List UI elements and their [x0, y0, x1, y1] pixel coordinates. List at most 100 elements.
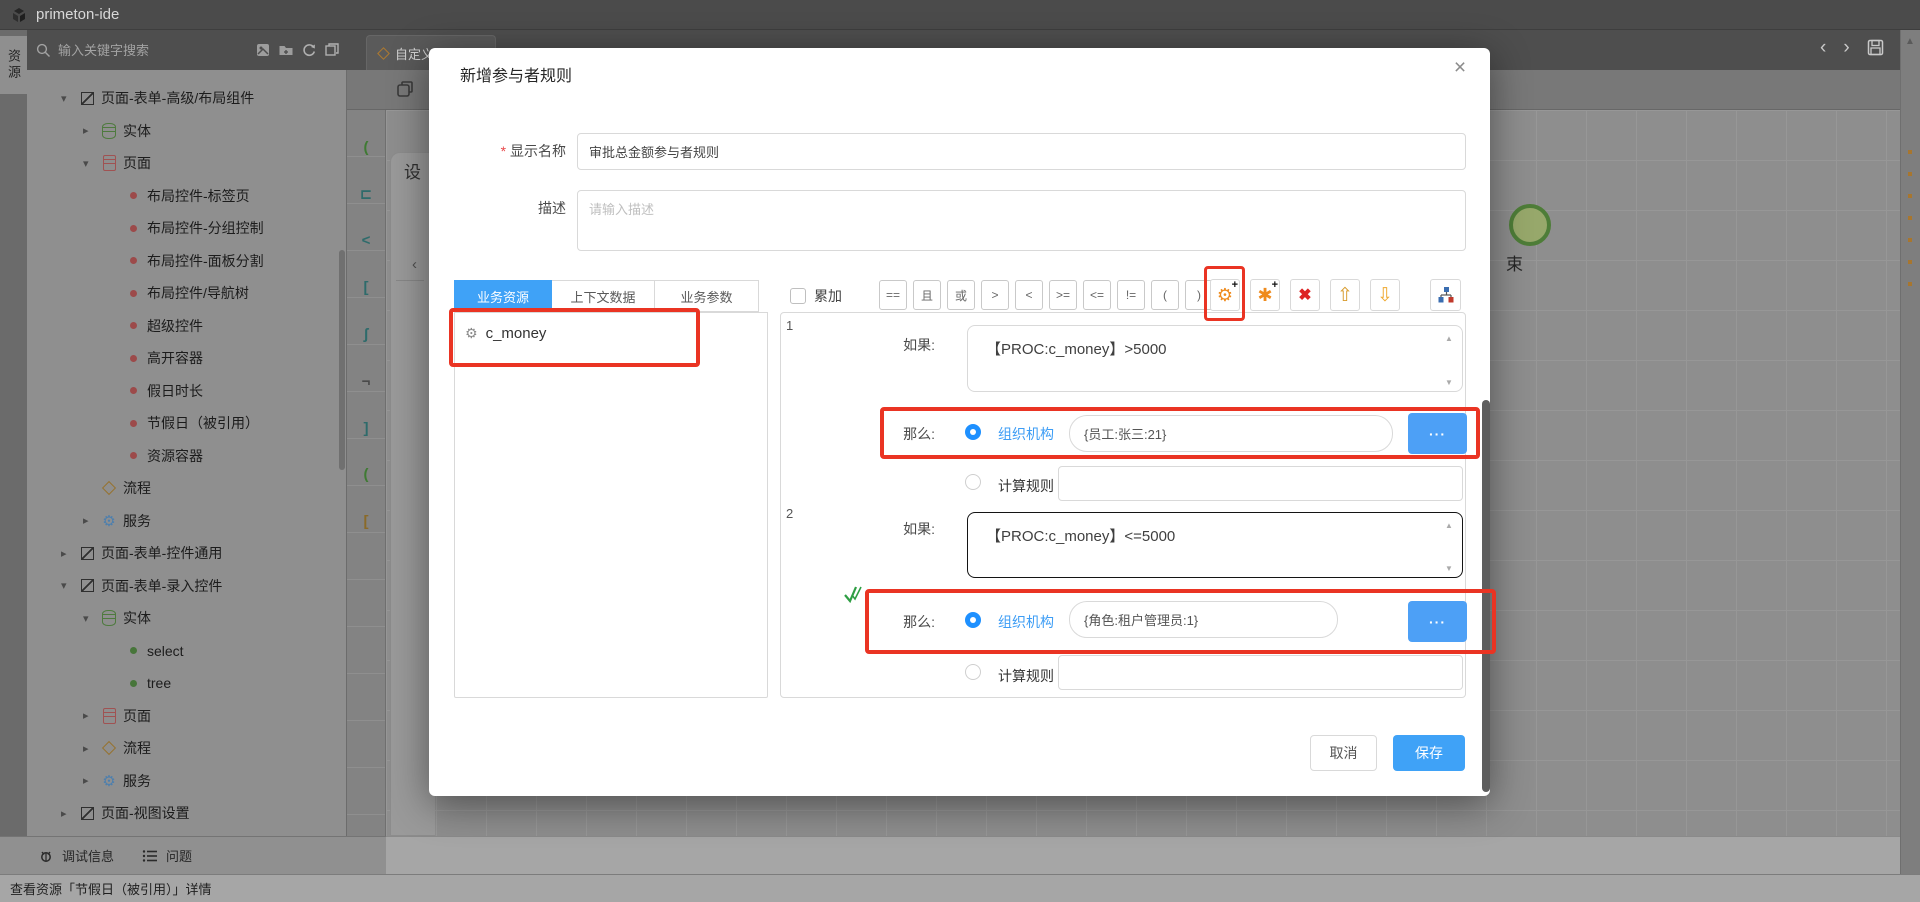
rule-2-org-picker-button[interactable]: ···: [1408, 601, 1467, 642]
rule-2-org-value-input[interactable]: [1069, 601, 1338, 638]
rule-1-org-link[interactable]: 组织机构: [998, 424, 1054, 444]
expand-arrow-icon[interactable]: [61, 547, 77, 560]
add-condition-button[interactable]: ⚙+: [1210, 279, 1240, 311]
tree-item[interactable]: 服务: [27, 765, 345, 798]
operator-button[interactable]: ): [1185, 280, 1213, 310]
palette-item-icon[interactable]: ⊏: [347, 171, 385, 218]
move-down-button[interactable]: ⇩: [1370, 279, 1400, 311]
tree-item[interactable]: 节假日（被引用）: [27, 407, 345, 440]
new-folder-icon[interactable]: [278, 42, 294, 58]
accumulate-checkbox[interactable]: [790, 288, 806, 304]
operator-button[interactable]: 且: [913, 280, 941, 310]
tree-item[interactable]: 布局控件/导航树: [27, 277, 345, 310]
scroll-down-icon[interactable]: ▼: [1445, 378, 1453, 387]
palette-item-icon[interactable]: (: [347, 452, 385, 499]
tree-item[interactable]: 流程: [27, 732, 345, 765]
operator-button[interactable]: >: [981, 280, 1009, 310]
rule-1-org-picker-button[interactable]: ···: [1408, 413, 1467, 454]
export-image-icon[interactable]: [255, 42, 271, 58]
operator-button[interactable]: !=: [1117, 280, 1145, 310]
dialog-scrollbar-thumb[interactable]: [1482, 400, 1490, 792]
flow-end-node[interactable]: [1509, 204, 1551, 246]
tree-item[interactable]: 流程: [27, 472, 345, 505]
rule-2-org-radio[interactable]: [965, 612, 981, 628]
search-input[interactable]: [58, 43, 208, 58]
rule-2-condition-textarea[interactable]: 【PROC:c_money】<=5000: [967, 512, 1463, 578]
rule-1-calc-input[interactable]: [1058, 466, 1463, 501]
palette-item-icon[interactable]: (: [347, 124, 385, 171]
rule-1-org-value-input[interactable]: [1069, 415, 1393, 452]
add-branch-button[interactable]: ✱+: [1250, 279, 1280, 311]
problems-tab[interactable]: 问题: [142, 846, 192, 865]
scroll-up-icon[interactable]: ▲: [1445, 334, 1453, 343]
close-icon[interactable]: ×: [1447, 56, 1473, 82]
tree-item[interactable]: 页面-表单-控件通用: [27, 537, 345, 570]
expand-arrow-icon[interactable]: [83, 742, 99, 755]
rule-1-org-radio[interactable]: [965, 424, 981, 440]
tree-item[interactable]: 实体: [27, 602, 345, 635]
expand-arrow-icon[interactable]: [61, 579, 77, 592]
tree-item[interactable]: 布局控件-分组控制: [27, 212, 345, 245]
tree-item[interactable]: 服务: [27, 505, 345, 538]
scroll-down-icon[interactable]: ▼: [1445, 564, 1453, 573]
rule-1-calc-radio[interactable]: [965, 474, 981, 490]
rule-2-calc-input[interactable]: [1058, 655, 1463, 690]
expand-arrow-icon[interactable]: [83, 124, 99, 137]
palette-item-icon[interactable]: [: [347, 498, 385, 545]
tree-item[interactable]: 页面: [27, 147, 345, 180]
save-icon[interactable]: [1867, 39, 1884, 56]
rule-2-org-link[interactable]: 组织机构: [998, 612, 1054, 632]
palette-item-icon[interactable]: <: [347, 218, 385, 265]
display-name-input[interactable]: [577, 133, 1466, 170]
tab-business-resource[interactable]: 业务资源: [454, 280, 552, 312]
cancel-button[interactable]: 取消: [1310, 735, 1377, 771]
tree-item[interactable]: select: [27, 635, 345, 668]
expand-arrow-icon[interactable]: [61, 807, 77, 820]
tree-item[interactable]: 超级控件: [27, 310, 345, 343]
tree-item[interactable]: 布局控件-标签页: [27, 180, 345, 213]
operator-button[interactable]: >=: [1049, 280, 1077, 310]
refresh-icon[interactable]: [301, 42, 317, 58]
scroll-up-icon[interactable]: ▲: [1445, 521, 1453, 530]
operator-button[interactable]: <=: [1083, 280, 1111, 310]
tree-item[interactable]: 实体: [27, 115, 345, 148]
tree-item[interactable]: 资源容器: [27, 440, 345, 473]
move-up-button[interactable]: ⇧: [1330, 279, 1360, 311]
collapse-panels-icon[interactable]: [324, 42, 340, 58]
panel-collapse-icon[interactable]: ‹: [412, 256, 417, 273]
expand-arrow-icon[interactable]: [61, 92, 77, 105]
tree-item[interactable]: tree: [27, 667, 345, 700]
delete-button[interactable]: ✖: [1290, 279, 1320, 311]
tab-business-params[interactable]: 业务参数: [655, 280, 759, 312]
nav-back-icon[interactable]: ‹: [1820, 38, 1826, 57]
palette-item-icon[interactable]: [: [347, 264, 385, 311]
operator-button[interactable]: ==: [879, 280, 907, 310]
rule-1-condition-textarea[interactable]: 【PROC:c_money】>5000: [967, 325, 1463, 392]
tree-item[interactable]: 页面-表单-录入控件: [27, 570, 345, 603]
tree-item[interactable]: 布局控件-面板分割: [27, 245, 345, 278]
operator-button[interactable]: <: [1015, 280, 1043, 310]
org-structure-tool-button[interactable]: [1430, 279, 1461, 311]
sidebar-tab-resources[interactable]: 资源: [0, 36, 27, 94]
palette-item-icon[interactable]: ¬: [347, 358, 385, 405]
tree-item[interactable]: 页面-表单-高级/布局组件: [27, 82, 345, 115]
tree-item[interactable]: 高开容器: [27, 342, 345, 375]
palette-item-icon[interactable]: ]: [347, 405, 385, 452]
expand-arrow-icon[interactable]: [83, 514, 99, 527]
resource-item-c-money[interactable]: ⚙ c_money: [455, 313, 767, 354]
sidebar-scrollbar-thumb[interactable]: [339, 250, 345, 470]
description-textarea[interactable]: [577, 190, 1466, 251]
nav-forward-icon[interactable]: ›: [1843, 38, 1849, 57]
copy-icon[interactable]: [396, 80, 414, 98]
rule-2-calc-radio[interactable]: [965, 664, 981, 680]
tree-item[interactable]: 页面-视图设置: [27, 797, 345, 830]
operator-button[interactable]: 或: [947, 280, 975, 310]
operator-button[interactable]: (: [1151, 280, 1179, 310]
save-button[interactable]: 保存: [1393, 735, 1465, 771]
expand-arrow-icon[interactable]: [83, 774, 99, 787]
expand-arrow-icon[interactable]: [83, 612, 99, 625]
expand-arrow-icon[interactable]: [83, 157, 99, 170]
tree-item[interactable]: 假日时长: [27, 375, 345, 408]
expand-arrow-icon[interactable]: [83, 709, 99, 722]
scrollbar-up-arrow[interactable]: ▲: [1905, 36, 1915, 47]
